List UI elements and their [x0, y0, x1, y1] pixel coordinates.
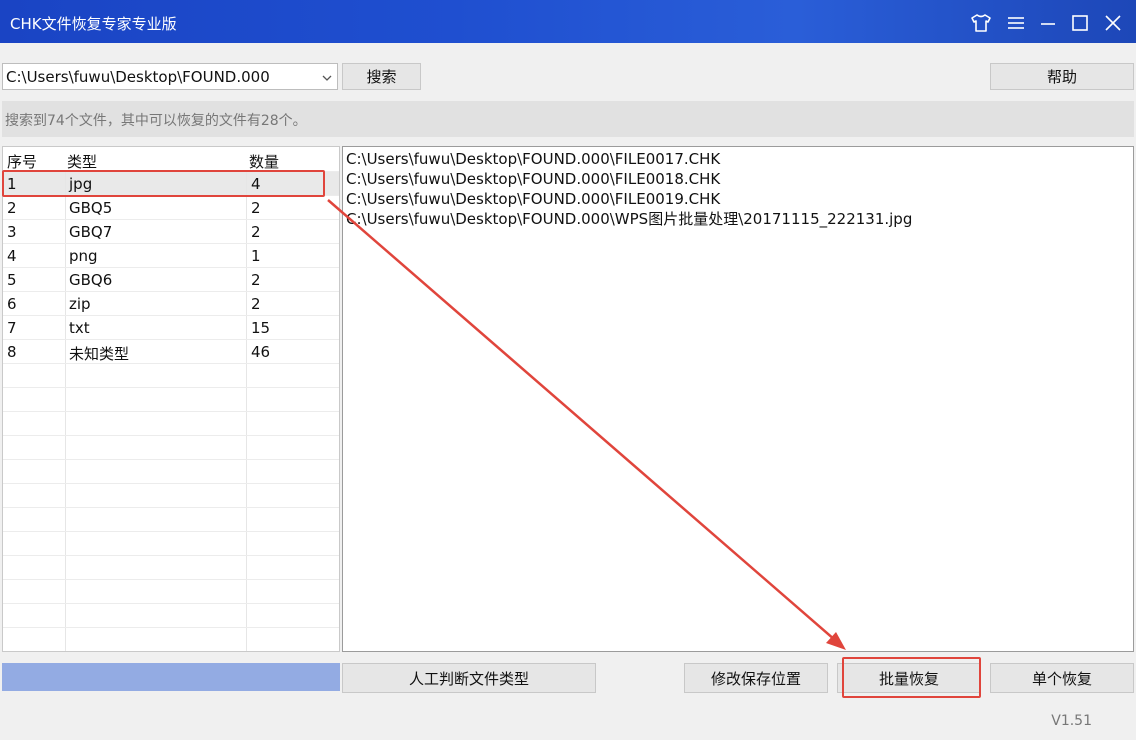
menu-icon[interactable]	[1003, 10, 1029, 36]
row-count: 2	[251, 199, 261, 217]
row-count: 2	[251, 223, 261, 241]
row-count: 1	[251, 247, 261, 265]
table-row[interactable]: 3 GBQ7 2	[3, 219, 339, 243]
row-divider	[3, 411, 339, 412]
maximize-icon[interactable]	[1067, 10, 1093, 36]
row-type: GBQ5	[69, 199, 113, 217]
status-bar: 搜索到74个文件，其中可以恢复的文件有28个。	[2, 101, 1134, 137]
row-index: 2	[7, 199, 17, 217]
row-count: 46	[251, 343, 271, 361]
title-bar: CHK文件恢复专家专业版	[0, 0, 1136, 43]
path-combobox[interactable]: C:\Users\fuwu\Desktop\FOUND.000	[2, 63, 338, 90]
row-type: png	[69, 247, 98, 265]
row-divider	[3, 435, 339, 436]
column-header-index[interactable]: 序号	[7, 151, 37, 172]
row-divider	[3, 603, 339, 604]
column-divider	[339, 147, 340, 651]
close-icon[interactable]	[1100, 10, 1126, 36]
row-index: 3	[7, 223, 17, 241]
row-count: 15	[251, 319, 271, 337]
row-index: 8	[7, 343, 17, 361]
list-item[interactable]: C:\Users\fuwu\Desktop\FOUND.000\WPS图片批量处…	[346, 209, 1133, 229]
row-type: zip	[69, 295, 91, 313]
list-item[interactable]: C:\Users\fuwu\Desktop\FOUND.000\FILE0018…	[346, 169, 1133, 189]
row-index: 6	[7, 295, 17, 313]
single-recover-button[interactable]: 单个恢复	[990, 663, 1134, 693]
column-header-type[interactable]: 类型	[67, 151, 97, 172]
row-divider	[3, 363, 339, 364]
table-row[interactable]: 2 GBQ5 2	[3, 195, 339, 219]
row-index: 5	[7, 271, 17, 289]
table-row[interactable]: 6 zip 2	[3, 291, 339, 315]
row-index: 4	[7, 247, 17, 265]
progress-bar	[2, 663, 340, 691]
table-row[interactable]: 8 未知类型 46	[3, 339, 339, 363]
version-label: V1.51	[1051, 713, 1092, 729]
chevron-down-icon[interactable]	[321, 70, 333, 88]
change-save-location-button[interactable]: 修改保存位置	[684, 663, 828, 693]
table-row[interactable]: 5 GBQ6 2	[3, 267, 339, 291]
row-count: 2	[251, 295, 261, 313]
table-row[interactable]: 1 jpg 4	[3, 171, 339, 195]
row-index: 1	[7, 175, 17, 193]
row-divider	[3, 627, 339, 628]
search-button[interactable]: 搜索	[342, 63, 421, 90]
row-divider	[3, 579, 339, 580]
help-button[interactable]: 帮助	[990, 63, 1134, 90]
row-type: 未知类型	[69, 345, 130, 363]
file-type-table[interactable]: 序号 类型 数量 1 jpg 4 2 GBQ5 2 3 GBQ7 2 4 png 1 5 GBQ6 2 6 zi…	[2, 146, 340, 652]
window-title: CHK文件恢复专家专业版	[10, 15, 177, 33]
row-index: 7	[7, 319, 17, 337]
batch-recover-button[interactable]: 批量恢复	[837, 663, 981, 693]
table-row[interactable]: 4 png 1	[3, 243, 339, 267]
row-divider	[3, 531, 339, 532]
row-type: GBQ6	[69, 271, 113, 289]
row-type: GBQ7	[69, 223, 113, 241]
row-divider	[3, 483, 339, 484]
row-count: 4	[251, 175, 261, 193]
list-item[interactable]: C:\Users\fuwu\Desktop\FOUND.000\FILE0019…	[346, 189, 1133, 209]
column-header-count[interactable]: 数量	[249, 151, 279, 172]
path-value: C:\Users\fuwu\Desktop\FOUND.000	[6, 68, 270, 86]
list-item[interactable]: C:\Users\fuwu\Desktop\FOUND.000\FILE0017…	[346, 149, 1133, 169]
table-row[interactable]: 7 txt 15	[3, 315, 339, 339]
file-list[interactable]: C:\Users\fuwu\Desktop\FOUND.000\FILE0017…	[342, 146, 1134, 652]
minimize-icon[interactable]	[1035, 10, 1061, 36]
manual-type-button[interactable]: 人工判断文件类型	[342, 663, 596, 693]
row-divider	[3, 555, 339, 556]
row-type: txt	[69, 319, 90, 337]
row-divider	[3, 507, 339, 508]
row-divider	[3, 459, 339, 460]
table-header: 序号 类型 数量	[3, 147, 339, 171]
row-type: jpg	[69, 175, 93, 193]
skin-icon[interactable]	[968, 10, 994, 36]
row-count: 2	[251, 271, 261, 289]
row-divider	[3, 387, 339, 388]
